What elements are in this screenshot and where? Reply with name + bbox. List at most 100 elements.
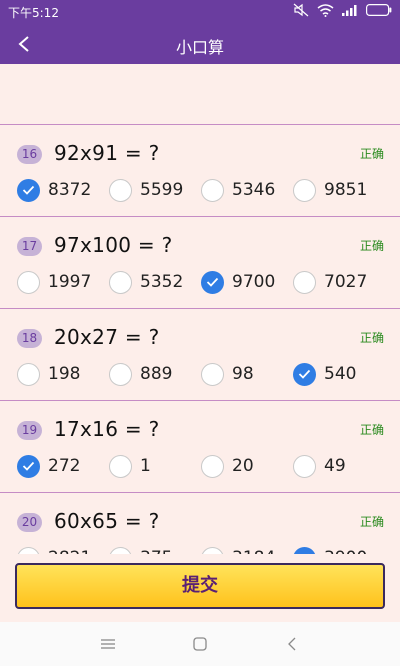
question-scroll-area[interactable]: 16 92x91 = ? 正确 8372 5599 5346 9851 17 9… bbox=[0, 64, 400, 554]
submit-button[interactable]: 提交 bbox=[15, 563, 385, 609]
option-label: 5352 bbox=[140, 272, 184, 292]
radio-button[interactable] bbox=[293, 362, 316, 386]
radio-button[interactable] bbox=[109, 270, 132, 294]
question-19: 19 17x16 = ? 正确 272 1 20 49 bbox=[0, 401, 400, 493]
question-expression: 97x100 = ? bbox=[54, 233, 173, 257]
check-icon bbox=[206, 277, 219, 287]
status-time: 下午5:12 bbox=[8, 6, 59, 20]
radio-button[interactable] bbox=[17, 270, 40, 294]
option[interactable]: 3184 bbox=[201, 545, 275, 554]
radio-button[interactable] bbox=[201, 546, 224, 554]
radio-button[interactable] bbox=[201, 178, 224, 202]
radio-button[interactable] bbox=[109, 362, 132, 386]
option[interactable]: 9851 bbox=[293, 177, 367, 203]
system-nav-bar bbox=[0, 622, 400, 666]
option[interactable]: 5599 bbox=[109, 177, 183, 203]
option[interactable]: 8372 bbox=[17, 177, 91, 203]
wifi-icon bbox=[317, 3, 334, 17]
radio-button[interactable] bbox=[17, 178, 40, 202]
battery-icon bbox=[366, 4, 392, 16]
question-expression: 20x27 = ? bbox=[54, 325, 160, 349]
nav-back-button[interactable] bbox=[246, 637, 338, 651]
question-16: 16 92x91 = ? 正确 8372 5599 5346 9851 bbox=[0, 125, 400, 217]
radio-button[interactable] bbox=[201, 454, 224, 478]
option[interactable]: 198 bbox=[17, 361, 80, 387]
option-label: 5599 bbox=[140, 180, 184, 200]
radio-button[interactable] bbox=[109, 178, 132, 202]
option-label: 20 bbox=[232, 456, 254, 476]
option-label: 9851 bbox=[324, 180, 368, 200]
home-icon bbox=[193, 637, 207, 651]
option[interactable]: 49 bbox=[293, 453, 346, 479]
option-label: 9700 bbox=[232, 272, 276, 292]
option-label: 49 bbox=[324, 456, 346, 476]
question-expression: 17x16 = ? bbox=[54, 417, 160, 441]
question-number: 18 bbox=[17, 329, 42, 348]
mute-icon bbox=[293, 3, 309, 17]
nav-home-button[interactable] bbox=[154, 637, 246, 651]
question-number: 17 bbox=[17, 237, 42, 256]
nav-menu-button[interactable] bbox=[62, 638, 154, 650]
option-label: 198 bbox=[48, 364, 81, 384]
question-list: 16 92x91 = ? 正确 8372 5599 5346 9851 17 9… bbox=[0, 64, 400, 554]
question-17: 17 97x100 = ? 正确 1997 5352 9700 7027 bbox=[0, 217, 400, 309]
back-triangle-icon bbox=[288, 637, 296, 651]
option[interactable]: 9700 bbox=[201, 269, 275, 295]
radio-button[interactable] bbox=[17, 454, 40, 478]
option-label: 5346 bbox=[232, 180, 276, 200]
page-title: 小口算 bbox=[175, 38, 224, 57]
radio-button[interactable] bbox=[17, 362, 40, 386]
question-18: 18 20x27 = ? 正确 198 889 98 540 bbox=[0, 309, 400, 401]
option[interactable]: 375 bbox=[109, 545, 172, 554]
option[interactable]: 2821 bbox=[17, 545, 91, 554]
option-label: 8372 bbox=[48, 180, 92, 200]
status-badge: 正确 bbox=[359, 331, 384, 345]
footer: 提交 bbox=[0, 554, 400, 622]
radio-button[interactable] bbox=[201, 270, 224, 294]
app-bar: 小口算 bbox=[0, 24, 400, 64]
option[interactable]: 5346 bbox=[201, 177, 275, 203]
status-bar: 下午5:12 bbox=[0, 0, 400, 24]
status-icons bbox=[293, 3, 392, 17]
status-badge: 正确 bbox=[359, 515, 384, 529]
question-partial bbox=[0, 64, 400, 125]
question-number: 20 bbox=[17, 513, 42, 532]
option-label: 889 bbox=[140, 364, 173, 384]
option[interactable]: 1 bbox=[109, 453, 151, 479]
radio-button[interactable] bbox=[109, 546, 132, 554]
check-icon bbox=[22, 461, 35, 471]
option[interactable]: 889 bbox=[109, 361, 172, 387]
question-20: 20 60x65 = ? 正确 2821 375 3184 3900 bbox=[0, 493, 400, 554]
menu-icon bbox=[101, 639, 115, 649]
signal-icon bbox=[342, 5, 357, 16]
radio-button[interactable] bbox=[293, 454, 316, 478]
option[interactable]: 3900 bbox=[293, 545, 367, 554]
question-expression: 92x91 = ? bbox=[54, 141, 160, 165]
status-badge: 正确 bbox=[359, 239, 384, 253]
radio-button[interactable] bbox=[293, 270, 316, 294]
option-label: 1997 bbox=[48, 272, 92, 292]
radio-button[interactable] bbox=[109, 454, 132, 478]
radio-button[interactable] bbox=[17, 546, 40, 554]
question-expression: 60x65 = ? bbox=[54, 509, 160, 533]
radio-button[interactable] bbox=[201, 362, 224, 386]
status-badge: 正确 bbox=[359, 147, 384, 161]
question-number: 16 bbox=[17, 145, 42, 164]
option[interactable]: 272 bbox=[17, 453, 80, 479]
radio-button[interactable] bbox=[293, 546, 316, 554]
option-label: 7027 bbox=[324, 272, 368, 292]
question-number: 19 bbox=[17, 421, 42, 440]
check-icon bbox=[22, 185, 35, 195]
option-label: 272 bbox=[48, 456, 81, 476]
option-label: 98 bbox=[232, 364, 254, 384]
option[interactable]: 5352 bbox=[109, 269, 183, 295]
option[interactable]: 540 bbox=[293, 361, 356, 387]
radio-button[interactable] bbox=[293, 178, 316, 202]
option-label: 1 bbox=[140, 456, 151, 476]
option[interactable]: 7027 bbox=[293, 269, 367, 295]
status-badge: 正确 bbox=[359, 423, 384, 437]
option[interactable]: 98 bbox=[201, 361, 254, 387]
option[interactable]: 20 bbox=[201, 453, 254, 479]
option-label: 540 bbox=[324, 364, 357, 384]
option[interactable]: 1997 bbox=[17, 269, 91, 295]
